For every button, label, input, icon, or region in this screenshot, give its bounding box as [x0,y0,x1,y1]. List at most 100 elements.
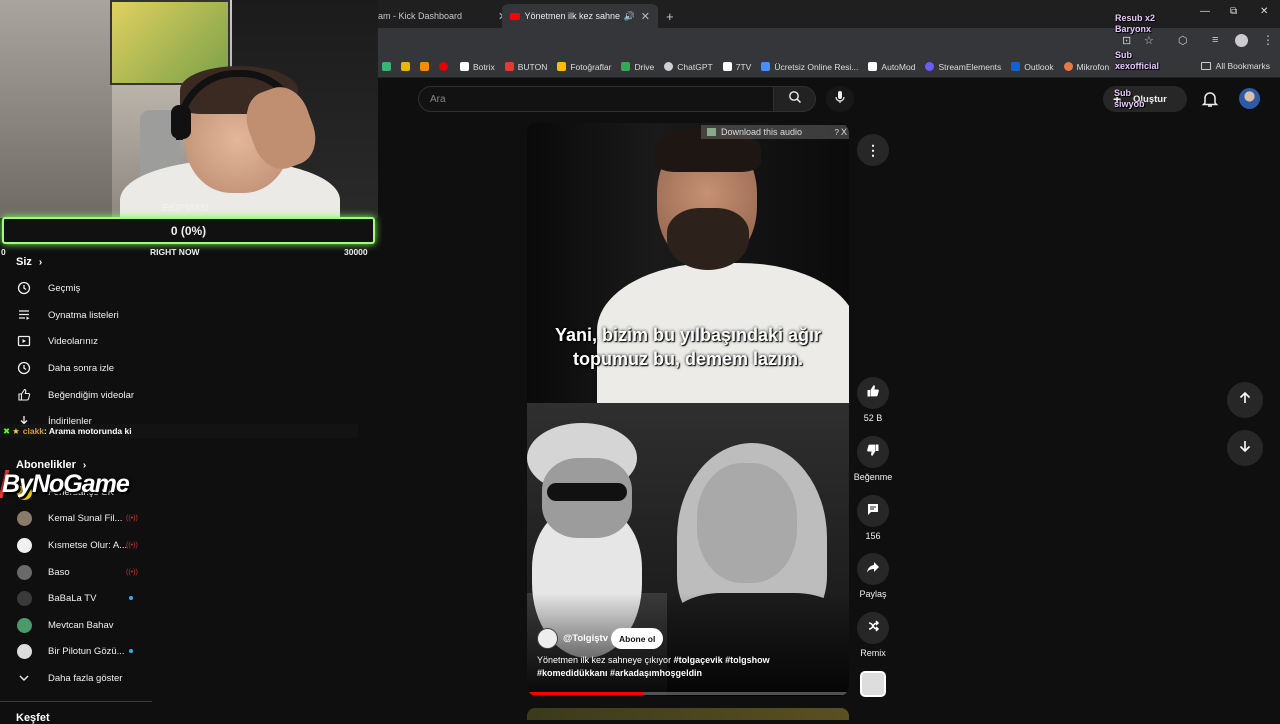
bell-icon [1200,92,1220,113]
alert-text: Baryonx [1115,24,1152,34]
live-icon: ((•)) [126,568,138,576]
extensions-icon[interactable]: ⬡ [1178,34,1188,47]
more-options-button[interactable]: ⋮ [857,134,889,166]
more-vert-icon: ⋮ [866,141,880,158]
sidebar-item-history[interactable]: Geçmiş [0,275,152,301]
channel-avatar[interactable] [537,628,558,649]
previous-short-button[interactable] [1227,382,1263,418]
bookmark-mikrofon[interactable]: Mikrofon [1063,62,1109,72]
menu-kebab-icon[interactable]: ⋮ [1262,33,1274,47]
bookmark-drive[interactable]: Drive [621,62,654,72]
new-tab-button[interactable]: + [666,4,674,28]
youtube-favicon-icon [510,12,520,20]
tab-label: Yönetmen ilk kez sahneye ç [524,11,620,21]
notifications-button[interactable] [1200,89,1220,109]
voice-search-button[interactable] [826,86,854,112]
bookmark-icon-only[interactable] [401,62,414,71]
arrow-down-icon [1238,439,1252,458]
bookmark-botrix[interactable]: Botrix [460,62,495,72]
bookmark-streamelements[interactable]: StreamElements [925,62,1001,72]
chat-badge-star-icon: ★ [12,425,20,436]
bookmark-favicon-icon [925,62,935,71]
new-content-dot [129,596,133,600]
tab-youtube-short[interactable]: Yönetmen ilk kez sahneye ç 🔊 ✕ [502,4,658,28]
bookmark-outlook[interactable]: Outlook [1011,62,1054,72]
bookmark-favicon-icon [621,62,631,71]
bookmark-icon-only[interactable] [420,62,433,71]
live-icon: ((•)) [126,514,138,522]
video-shade [527,593,849,696]
sidebar-item-subscription[interactable]: Mevtcan Bahav [0,612,152,638]
remix-button[interactable] [857,612,889,644]
liked-icon [17,388,31,402]
bookmark-star-icon[interactable]: ☆ [1144,34,1154,47]
close-window-icon[interactable]: ✕ [1260,6,1268,17]
alert-text: Sub [1115,50,1132,60]
minimize-icon[interactable]: — [1200,6,1210,17]
dislike-button[interactable] [857,436,889,468]
alert-text: siwyob [1114,99,1145,109]
channel-avatar [17,537,32,553]
original-sound-thumbnail[interactable] [860,671,886,697]
bookmark-chatgpt[interactable]: ChatGPT [664,62,713,72]
search-input[interactable]: Ara [418,86,774,112]
subscribe-button[interactable]: Abone ol [611,628,664,649]
bookmark-7tv[interactable]: 7TV [722,62,751,72]
sidebar-item-liked-videos[interactable]: Beğendiğim videolar [0,382,152,408]
next-short-button[interactable] [1227,430,1263,466]
your-videos-icon [17,334,31,348]
bookmark-favicon-icon [439,62,448,71]
tab-kick-dashboard[interactable]: am - Kick Dashboard ✕ [378,4,507,28]
hashtags[interactable]: #komedidükkanı #arkadaşımhoşgeldin [537,668,702,678]
speaker-icon[interactable]: 🔊 [624,11,635,22]
video-description[interactable]: Yönetmen ilk kez sahneye çıkıyor #tolgaç… [537,654,837,680]
cast-icon[interactable]: ⊡ [1122,34,1131,47]
channel-avatar [17,617,32,633]
bookmark-icon-only[interactable] [382,62,395,71]
share-icon [866,560,880,579]
streamer-webcam [0,0,378,218]
bookmark-favicon-icon [401,62,410,71]
bookmark-icon-only[interactable] [439,62,452,71]
comments-button[interactable] [857,495,889,527]
history-icon [17,281,31,295]
alert-text: Sub [1114,88,1131,98]
download-audio-bar[interactable]: Download this audio ? X [701,125,849,139]
shorts-video-player[interactable]: Yani, bizim bu yılbaşındaki ağır topumuz… [527,123,849,696]
all-bookmarks-button[interactable]: All Bookmarks [1200,61,1270,71]
sidebar-item-playlists[interactable]: Oynatma listeleri [0,302,152,328]
search-button[interactable] [774,86,816,112]
share-button[interactable] [857,553,889,585]
restore-icon[interactable]: ⧉ [1230,6,1237,17]
like-button[interactable] [857,377,889,409]
sidebar-item-subscription[interactable]: BaBaLa TV [0,585,152,611]
bookmark-fotograflar[interactable]: Fotoğraflar [557,62,611,72]
sidebar-item-your-videos[interactable]: Videolarınız [0,328,152,354]
sidebar-show-more[interactable]: Daha fazla göster [0,665,152,691]
bookmark-buton[interactable]: BUTON [504,62,547,72]
next-short-preview[interactable] [527,708,849,720]
sidebar-item-subscription[interactable]: Bir Pilotun Gözü... [0,638,152,664]
sidebar-you-header[interactable]: Siz › [16,256,42,268]
sidebar-item-subscription[interactable]: Baso ((•)) [0,559,152,585]
channel-name[interactable]: @Tolgiştv [563,633,608,644]
media-control-icon[interactable]: ≡ [1212,34,1218,46]
sidebar-item-subscription[interactable]: Kısmetse Olur: A... ((•)) [0,532,152,558]
video-frame-bottom [527,403,849,696]
close-tab-icon[interactable]: ✕ [641,10,650,23]
video-santa-glasses [547,483,627,501]
sidebar-item-subscription[interactable]: Kemal Sunal Fil... ((•)) [0,505,152,531]
sidebar-item-watch-later[interactable]: Daha sonra izle [0,355,152,381]
search-icon [788,90,802,109]
close-icon[interactable]: X [841,127,847,137]
account-avatar[interactable] [1239,88,1260,109]
bookmark-automod[interactable]: AutoMod [868,62,915,72]
bookmark-favicon-icon [1063,62,1073,71]
goal-title: EKIPMAN [161,203,209,214]
video-woman-face [697,463,797,583]
bookmark-ucretsiz[interactable]: Ücretsiz Online Resi... [761,62,858,72]
help-icon[interactable]: ? [835,128,839,137]
profile-icon[interactable] [1235,34,1248,47]
alert-text: Resub x2 [1115,13,1156,23]
hashtags[interactable]: #tolgaçevik #tolgshow [674,655,770,665]
